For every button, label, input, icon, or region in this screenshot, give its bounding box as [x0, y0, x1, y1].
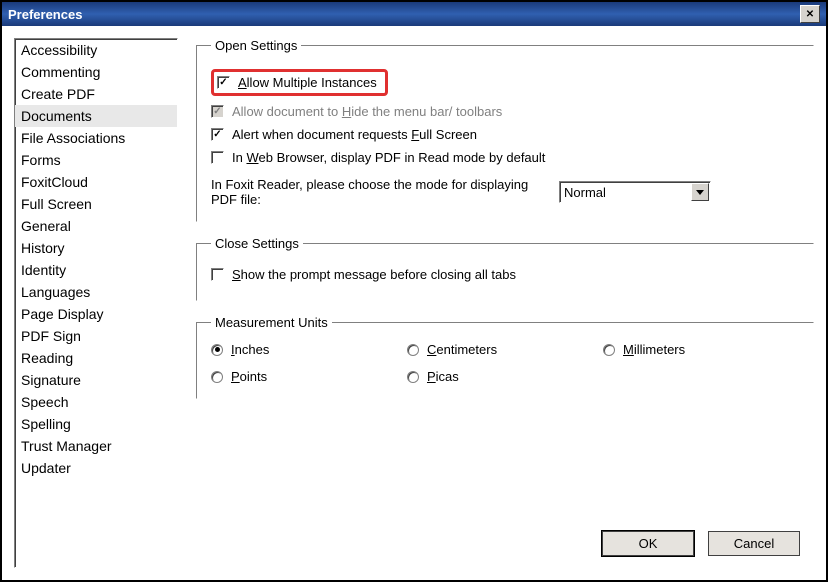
unit-radio-millimeters[interactable]: Millimeters [603, 342, 799, 357]
sidebar-item-general[interactable]: General [15, 215, 177, 237]
allow-multiple-row: ✓ Allow Multiple Instances [211, 65, 799, 100]
sidebar-item-speech[interactable]: Speech [15, 391, 177, 413]
allow-hide-menu-checkbox: ✓ [211, 105, 224, 118]
measurement-units-group: Measurement Units Inches Centimeters Milli… [196, 315, 814, 399]
unit-radio-picas[interactable]: Picas [407, 369, 603, 384]
radio-label: Centimeters [427, 342, 497, 357]
sidebar-item-accessibility[interactable]: Accessibility [15, 39, 177, 61]
cancel-button[interactable]: Cancel [708, 531, 800, 556]
display-mode-label: In Foxit Reader, please choose the mode … [211, 177, 551, 207]
sidebar-item-identity[interactable]: Identity [15, 259, 177, 281]
chevron-down-icon [691, 183, 709, 201]
alert-fullscreen-row: ✓ Alert when document requests Full Scre… [211, 123, 799, 146]
radio-label: Picas [427, 369, 459, 384]
unit-radio-points[interactable]: Points [211, 369, 407, 384]
display-mode-value: Normal [560, 185, 690, 200]
radio-icon [407, 371, 419, 383]
close-settings-legend: Close Settings [211, 236, 303, 251]
sidebar-item-languages[interactable]: Languages [15, 281, 177, 303]
sidebar-item-signature[interactable]: Signature [15, 369, 177, 391]
sidebar-item-foxitcloud[interactable]: FoxitCloud [15, 171, 177, 193]
sidebar-item-file-associations[interactable]: File Associations [15, 127, 177, 149]
sidebar-item-forms[interactable]: Forms [15, 149, 177, 171]
unit-radio-inches[interactable]: Inches [211, 342, 407, 357]
radio-icon [211, 344, 223, 356]
window-title: Preferences [8, 7, 82, 22]
allow-hide-menu-label: Allow document to Hide the menu bar/ too… [232, 104, 502, 119]
sidebar-item-spelling[interactable]: Spelling [15, 413, 177, 435]
web-browser-row: In Web Browser, display PDF in Read mode… [211, 146, 799, 169]
close-button[interactable]: ✕ [800, 5, 820, 23]
sidebar-item-trust-manager[interactable]: Trust Manager [15, 435, 177, 457]
titlebar: Preferences ✕ [2, 2, 826, 26]
radio-label: Inches [231, 342, 269, 357]
show-prompt-label: Show the prompt message before closing a… [232, 267, 516, 282]
content-area: AccessibilityCommentingCreate PDFDocumen… [2, 26, 826, 580]
sidebar-item-create-pdf[interactable]: Create PDF [15, 83, 177, 105]
alert-fullscreen-checkbox[interactable]: ✓ [211, 128, 224, 141]
radio-icon [211, 371, 223, 383]
show-prompt-checkbox[interactable] [211, 268, 224, 281]
units-radio-grid: Inches Centimeters Millimeters Points Picas [211, 342, 799, 384]
allow-hide-menu-row: ✓ Allow document to Hide the menu bar/ t… [211, 100, 799, 123]
radio-icon [407, 344, 419, 356]
main-panel: Open Settings ✓ Allow Multiple Instances… [196, 38, 814, 568]
show-prompt-row: Show the prompt message before closing a… [211, 263, 799, 286]
display-mode-row: In Foxit Reader, please choose the mode … [211, 177, 799, 207]
radio-label: Millimeters [623, 342, 685, 357]
sidebar-item-updater[interactable]: Updater [15, 457, 177, 479]
ok-button[interactable]: OK [602, 531, 694, 556]
open-settings-legend: Open Settings [211, 38, 301, 53]
sidebar-item-full-screen[interactable]: Full Screen [15, 193, 177, 215]
preferences-window: Preferences ✕ AccessibilityCommentingCre… [0, 0, 828, 582]
open-settings-group: Open Settings ✓ Allow Multiple Instances… [196, 38, 814, 222]
sidebar-item-pdf-sign[interactable]: PDF Sign [15, 325, 177, 347]
sidebar-item-reading[interactable]: Reading [15, 347, 177, 369]
display-mode-dropdown[interactable]: Normal [559, 181, 711, 203]
unit-radio-centimeters[interactable]: Centimeters [407, 342, 603, 357]
allow-multiple-label: Allow Multiple Instances [238, 75, 377, 90]
sidebar-item-documents[interactable]: Documents [15, 105, 177, 127]
sidebar-item-page-display[interactable]: Page Display [15, 303, 177, 325]
web-browser-checkbox[interactable] [211, 151, 224, 164]
allow-multiple-highlight: ✓ Allow Multiple Instances [211, 69, 388, 96]
category-sidebar: AccessibilityCommentingCreate PDFDocumen… [14, 38, 178, 568]
sidebar-item-history[interactable]: History [15, 237, 177, 259]
web-browser-label: In Web Browser, display PDF in Read mode… [232, 150, 545, 165]
alert-fullscreen-label: Alert when document requests Full Screen [232, 127, 477, 142]
sidebar-item-commenting[interactable]: Commenting [15, 61, 177, 83]
dialog-buttons: OK Cancel [602, 531, 800, 556]
close-settings-group: Close Settings Show the prompt message b… [196, 236, 814, 301]
radio-label: Points [231, 369, 267, 384]
radio-icon [603, 344, 615, 356]
measurement-units-legend: Measurement Units [211, 315, 332, 330]
allow-multiple-checkbox[interactable]: ✓ [217, 76, 230, 89]
